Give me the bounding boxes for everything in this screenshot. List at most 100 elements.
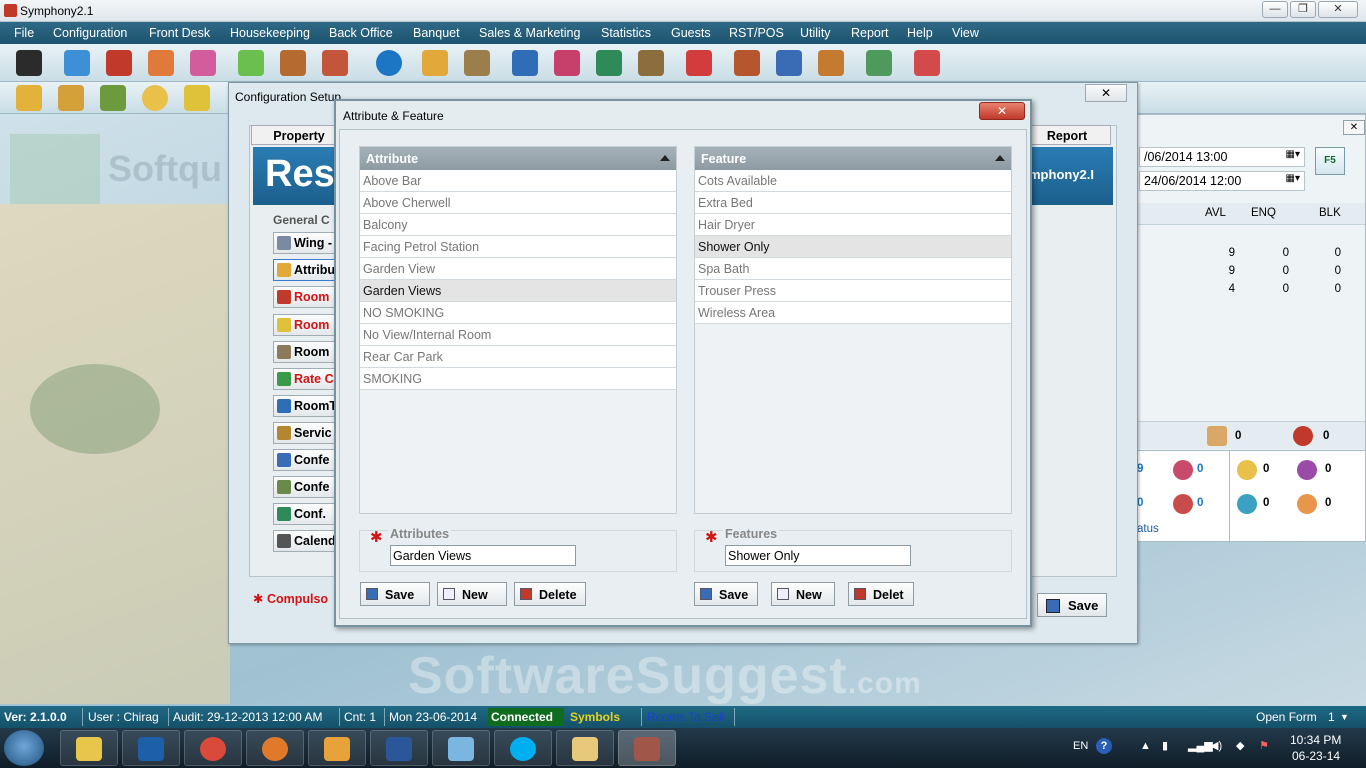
list-item[interactable]: Spa Bath	[695, 258, 1011, 280]
list-item[interactable]: Wireless Area	[695, 302, 1011, 324]
money-icon[interactable]	[866, 50, 892, 76]
taskbar-skype[interactable]	[494, 730, 552, 766]
conference-button[interactable]: Confe	[273, 449, 337, 471]
list-item[interactable]: Hair Dryer	[695, 214, 1011, 236]
service-button[interactable]: Servic	[273, 422, 337, 444]
attribute-header[interactable]: Attribute	[360, 147, 676, 170]
dropbox-icon[interactable]: ◆	[1236, 739, 1244, 752]
home-lock-icon[interactable]	[16, 85, 42, 111]
restore-button[interactable]: ❐	[1290, 1, 1316, 18]
menu-statistics[interactable]: Statistics	[601, 26, 651, 40]
list-item-selected[interactable]: Shower Only	[695, 236, 1011, 258]
feature-header[interactable]: Feature	[695, 147, 1011, 170]
close-button[interactable]: ✕	[1318, 1, 1358, 18]
stats-icon[interactable]	[818, 50, 844, 76]
guests-icon[interactable]	[190, 50, 216, 76]
person-icon[interactable]	[322, 50, 348, 76]
menu-front-desk[interactable]: Front Desk	[149, 26, 210, 40]
brush-icon[interactable]	[554, 50, 580, 76]
date-to-field[interactable]: 24/06/2014 12:00 ▦▾	[1139, 171, 1305, 191]
taskbar-firefox[interactable]	[246, 730, 304, 766]
conf-button[interactable]: Conf.	[273, 503, 337, 525]
device-icon[interactable]: ▮	[1162, 739, 1168, 752]
help-icon[interactable]: ?	[1096, 738, 1112, 754]
taskbar-outlook[interactable]	[308, 730, 366, 766]
clipboard-icon[interactable]	[914, 50, 940, 76]
clock-time[interactable]: 10:34 PM	[1290, 733, 1341, 747]
menu-utility[interactable]: Utility	[800, 26, 831, 40]
list-item[interactable]: Above Bar	[360, 170, 676, 192]
menu-back-office[interactable]: Back Office	[329, 26, 393, 40]
list-item[interactable]: Rear Car Park	[360, 346, 676, 368]
menu-guests[interactable]: Guests	[671, 26, 711, 40]
menu-view[interactable]: View	[952, 26, 979, 40]
calendar-icon[interactable]	[686, 50, 712, 76]
list-item[interactable]: NO SMOKING	[360, 302, 676, 324]
network-icon[interactable]: ▂▄▆	[1188, 739, 1213, 752]
config-save-button[interactable]: Save	[1037, 593, 1107, 617]
rooms-to-sell-link[interactable]: Rooms To Sell	[647, 710, 724, 724]
attribute-delete-button[interactable]: Delete	[514, 582, 586, 606]
feature-new-button[interactable]: New	[771, 582, 835, 606]
taskbar-word[interactable]	[370, 730, 428, 766]
group-icon[interactable]	[148, 50, 174, 76]
feature-save-button[interactable]: Save	[694, 582, 758, 606]
tab-report[interactable]: Report	[1023, 125, 1111, 145]
refresh-f5-button[interactable]: F5	[1315, 147, 1345, 175]
conference-2-button[interactable]: Confe	[273, 476, 337, 498]
room-number-button[interactable]: Room	[273, 341, 337, 363]
symbols-link[interactable]: Symbols	[570, 710, 620, 724]
refresh-icon[interactable]	[142, 85, 168, 111]
menu-sales-marketing[interactable]: Sales & Marketing	[479, 26, 580, 40]
menu-banquet[interactable]: Banquet	[413, 26, 460, 40]
pencil-icon[interactable]	[64, 50, 90, 76]
checklist-icon[interactable]	[512, 50, 538, 76]
show-hidden-icons[interactable]: ▲	[1140, 740, 1151, 752]
people-icon[interactable]	[638, 50, 664, 76]
room-button[interactable]: Room	[273, 314, 337, 336]
document-icon[interactable]	[464, 50, 490, 76]
clock-date[interactable]: 06-23-14	[1292, 749, 1340, 763]
calendar-button[interactable]: Calend	[273, 530, 337, 552]
start-button[interactable]	[4, 730, 44, 766]
taskbar-notes[interactable]	[432, 730, 490, 766]
menu-report[interactable]: Report	[851, 26, 889, 40]
house-icon[interactable]	[106, 50, 132, 76]
list-item[interactable]: Above Cherwell	[360, 192, 676, 214]
account-icon[interactable]	[16, 50, 42, 76]
list-item[interactable]: Balcony	[360, 214, 676, 236]
menu-help[interactable]: Help	[907, 26, 933, 40]
open-form-dropdown-icon[interactable]: ▼	[1340, 712, 1349, 722]
list-item[interactable]: Garden View	[360, 258, 676, 280]
globe-icon[interactable]	[376, 50, 402, 76]
status-link[interactable]: atus	[1137, 523, 1159, 535]
attribute-button[interactable]: Attribu	[273, 259, 337, 281]
room-type-alt-button[interactable]: RoomT	[273, 395, 337, 417]
language-indicator[interactable]: EN	[1073, 740, 1088, 752]
date-from-field[interactable]: /06/2014 13:00 ▦▾	[1139, 147, 1305, 167]
list-item[interactable]: No View/Internal Room	[360, 324, 676, 346]
edit-doc-icon[interactable]	[422, 50, 448, 76]
panel-close-button[interactable]: ✕	[1343, 120, 1365, 135]
config-close-button[interactable]: ✕	[1085, 84, 1127, 102]
list-item[interactable]: Trouser Press	[695, 280, 1011, 302]
minimize-button[interactable]: —	[1262, 1, 1288, 18]
attribute-input[interactable]	[390, 545, 576, 566]
menu-configuration[interactable]: Configuration	[53, 26, 127, 40]
list-item[interactable]: Cots Available	[695, 170, 1011, 192]
taskbar-folder[interactable]	[556, 730, 614, 766]
menu-rst-pos[interactable]: RST/POS	[729, 26, 784, 40]
attribute-save-button[interactable]: Save	[360, 582, 430, 606]
dialog-close-button[interactable]: ✕	[979, 102, 1025, 120]
room-type-button[interactable]: Room	[273, 286, 337, 308]
tab-property[interactable]: Property	[251, 125, 347, 145]
list-item-selected[interactable]: Garden Views	[360, 280, 676, 302]
list-item[interactable]: Extra Bed	[695, 192, 1011, 214]
taskbar-photoshop[interactable]	[122, 730, 180, 766]
tools-icon[interactable]	[734, 50, 760, 76]
list-item[interactable]: SMOKING	[360, 368, 676, 390]
taskbar-chrome[interactable]	[184, 730, 242, 766]
menu-file[interactable]: File	[14, 26, 34, 40]
action-center-icon[interactable]: ⚑	[1259, 739, 1269, 752]
feature-delete-button[interactable]: Delet	[848, 582, 914, 606]
